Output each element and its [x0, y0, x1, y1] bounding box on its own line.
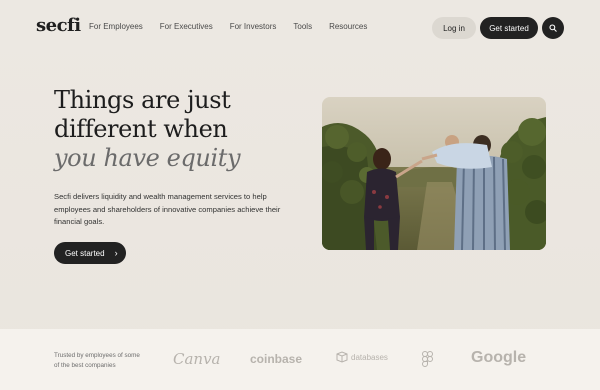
figma-logo [421, 351, 433, 373]
nav-link-for-investors[interactable]: For Investors [230, 22, 277, 31]
canva-logo: Canva [173, 350, 221, 368]
family-vineyard-image [322, 97, 546, 250]
nav-link-tools[interactable]: Tools [293, 22, 312, 31]
nav-link-resources[interactable]: Resources [329, 22, 367, 31]
get-started-button[interactable]: Get started [480, 17, 538, 39]
chevron-right-icon: › [114, 248, 118, 258]
figma-logo-mark [421, 351, 433, 367]
hero-headline: Things are just different when you have … [54, 86, 241, 173]
top-navigation: secfi For Employees For Executives For I… [0, 0, 600, 56]
login-button[interactable]: Log in [432, 17, 476, 39]
hero-photo [322, 97, 546, 250]
databases-logo: databases [336, 351, 388, 363]
secfi-logo[interactable]: secfi [36, 15, 81, 36]
trusted-by-text: Trusted by employees of some of the best… [54, 352, 140, 369]
coinbase-logo: coinbase [250, 352, 303, 366]
search-icon [549, 24, 557, 32]
hero-get-started-label: Get started [65, 248, 105, 258]
hero-description: Secfi delivers liquidity and wealth mana… [54, 192, 281, 226]
databases-logo-text: databases [351, 352, 388, 362]
search-button[interactable] [542, 17, 564, 39]
hero-get-started-button[interactable]: Get started › [54, 242, 126, 264]
nav-link-for-employees[interactable]: For Employees [89, 22, 143, 31]
nav-links: For Employees For Executives For Investo… [89, 22, 367, 31]
nav-link-for-executives[interactable]: For Executives [160, 22, 213, 31]
google-logo: Google [471, 349, 527, 366]
databases-logo-mark [336, 351, 348, 363]
hero-headline-line-1: Things are just [54, 86, 231, 114]
hero-headline-line-2: different when [54, 115, 228, 143]
hero-headline-line-3: you have equity [54, 144, 241, 172]
